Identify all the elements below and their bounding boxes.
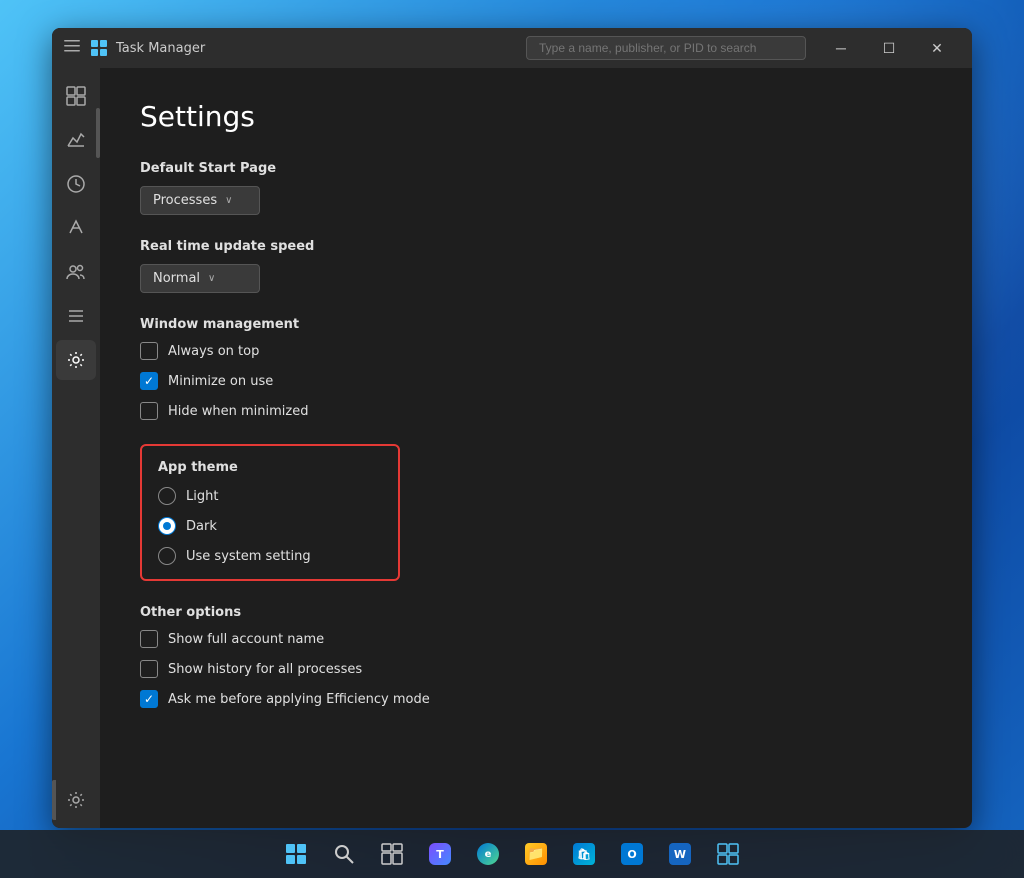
dropdown-arrow-icon: ∨ [225, 195, 232, 206]
hide-when-minimized-label: Hide when minimized [168, 404, 309, 419]
dropdown-arrow-2-icon: ∨ [208, 273, 215, 284]
default-start-page-value: Processes [153, 193, 217, 208]
default-start-page-dropdown[interactable]: Processes ∨ [140, 186, 260, 215]
theme-dark-radio[interactable] [158, 517, 176, 535]
sidebar-item-startup[interactable] [56, 208, 96, 248]
sidebar-item-processes[interactable] [56, 76, 96, 116]
always-on-top-label: Always on top [168, 344, 259, 359]
taskbar-teams-button[interactable]: T [418, 832, 462, 876]
minimize-on-use-checkbox[interactable] [140, 372, 158, 390]
theme-dark-row[interactable]: Dark [158, 517, 382, 535]
taskbar-explorer-button[interactable]: 📁 [514, 832, 558, 876]
taskbar-start-button[interactable] [274, 832, 318, 876]
window-management-section: Window management Always on top Minimize… [140, 317, 932, 420]
sidebar-item-users[interactable] [56, 252, 96, 292]
taskbar: T e 📁 🛍 O W [0, 830, 1024, 878]
efficiency-mode-label: Ask me before applying Efficiency mode [168, 692, 430, 707]
update-speed-label: Real time update speed [140, 239, 932, 254]
default-start-page-label: Default Start Page [140, 161, 932, 176]
theme-light-radio[interactable] [158, 487, 176, 505]
theme-dark-label: Dark [186, 519, 217, 534]
sidebar-item-app-history[interactable] [56, 164, 96, 204]
sidebar [52, 68, 100, 828]
window-controls: ─ ☐ ✕ [818, 32, 960, 64]
search-input[interactable] [526, 36, 806, 60]
taskbar-word-button[interactable]: W [658, 832, 702, 876]
history-all-label: Show history for all processes [168, 662, 362, 677]
page-title: Settings [140, 100, 932, 133]
app-theme-label: App theme [158, 460, 382, 475]
minimize-button[interactable]: ─ [818, 32, 864, 64]
main-area: Settings Default Start Page Processes ∨ … [52, 68, 972, 828]
sidebar-bottom [52, 780, 100, 828]
titlebar: Task Manager ─ ☐ ✕ [52, 28, 972, 68]
maximize-button[interactable]: ☐ [866, 32, 912, 64]
taskbar-search-button[interactable] [322, 832, 366, 876]
theme-light-row[interactable]: Light [158, 487, 382, 505]
minimize-on-use-row[interactable]: Minimize on use [140, 372, 932, 390]
hide-when-minimized-checkbox[interactable] [140, 402, 158, 420]
theme-system-radio[interactable] [158, 547, 176, 565]
taskbar-taskmanager-button[interactable] [706, 832, 750, 876]
taskbar-store-button[interactable]: 🛍 [562, 832, 606, 876]
window-title: Task Manager [116, 41, 205, 56]
efficiency-mode-checkbox[interactable] [140, 690, 158, 708]
taskbar-edge-button[interactable]: e [466, 832, 510, 876]
hide-when-minimized-row[interactable]: Hide when minimized [140, 402, 932, 420]
theme-system-row[interactable]: Use system setting [158, 547, 382, 565]
history-all-row[interactable]: Show history for all processes [140, 660, 932, 678]
window-management-label: Window management [140, 317, 932, 332]
always-on-top-checkbox[interactable] [140, 342, 158, 360]
content-area: Settings Default Start Page Processes ∨ … [100, 68, 972, 828]
sidebar-item-services[interactable] [56, 340, 96, 380]
theme-system-label: Use system setting [186, 549, 311, 564]
taskbar-taskview-button[interactable] [370, 832, 414, 876]
close-button[interactable]: ✕ [914, 32, 960, 64]
always-on-top-row[interactable]: Always on top [140, 342, 932, 360]
full-account-name-row[interactable]: Show full account name [140, 630, 932, 648]
update-speed-value: Normal [153, 271, 200, 286]
other-options-label: Other options [140, 605, 932, 620]
sidebar-item-performance[interactable] [56, 120, 96, 160]
efficiency-mode-row[interactable]: Ask me before applying Efficiency mode [140, 690, 932, 708]
menu-icon[interactable] [64, 38, 80, 58]
task-manager-window: Task Manager ─ ☐ ✕ [52, 28, 972, 828]
sidebar-item-details[interactable] [56, 296, 96, 336]
history-all-checkbox[interactable] [140, 660, 158, 678]
theme-light-label: Light [186, 489, 218, 504]
default-start-page-section: Default Start Page Processes ∨ [140, 161, 932, 215]
update-speed-section: Real time update speed Normal ∨ [140, 239, 932, 293]
full-account-name-checkbox[interactable] [140, 630, 158, 648]
app-icon [90, 39, 108, 57]
minimize-on-use-label: Minimize on use [168, 374, 273, 389]
update-speed-dropdown[interactable]: Normal ∨ [140, 264, 260, 293]
taskbar-outlook-button[interactable]: O [610, 832, 654, 876]
app-theme-section: App theme Light Dark Use system setting [140, 444, 400, 581]
other-options-section: Other options Show full account name Sho… [140, 605, 932, 708]
full-account-name-label: Show full account name [168, 632, 324, 647]
sidebar-item-settings[interactable] [56, 780, 96, 820]
